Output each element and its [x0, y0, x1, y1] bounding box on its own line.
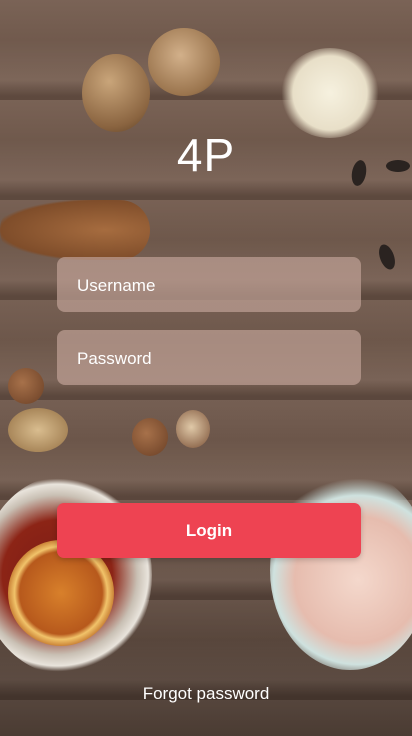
forgot-password-link[interactable]: Forgot password — [0, 684, 412, 704]
flower-decor — [280, 48, 380, 138]
username-input[interactable] — [75, 257, 347, 314]
hazelnut-decor — [8, 368, 44, 404]
hazelnut-decor — [176, 410, 210, 448]
spoon-decor — [0, 200, 150, 260]
app-title: 4P — [176, 129, 236, 181]
walnut-decor — [82, 54, 150, 132]
walnut-decor — [148, 28, 220, 96]
login-button[interactable]: Login — [57, 503, 361, 558]
hazelnut-decor — [132, 418, 168, 456]
password-input[interactable] — [75, 330, 347, 387]
peanut-decor — [8, 408, 68, 452]
username-field-container — [57, 257, 361, 314]
password-field-container — [57, 330, 361, 387]
